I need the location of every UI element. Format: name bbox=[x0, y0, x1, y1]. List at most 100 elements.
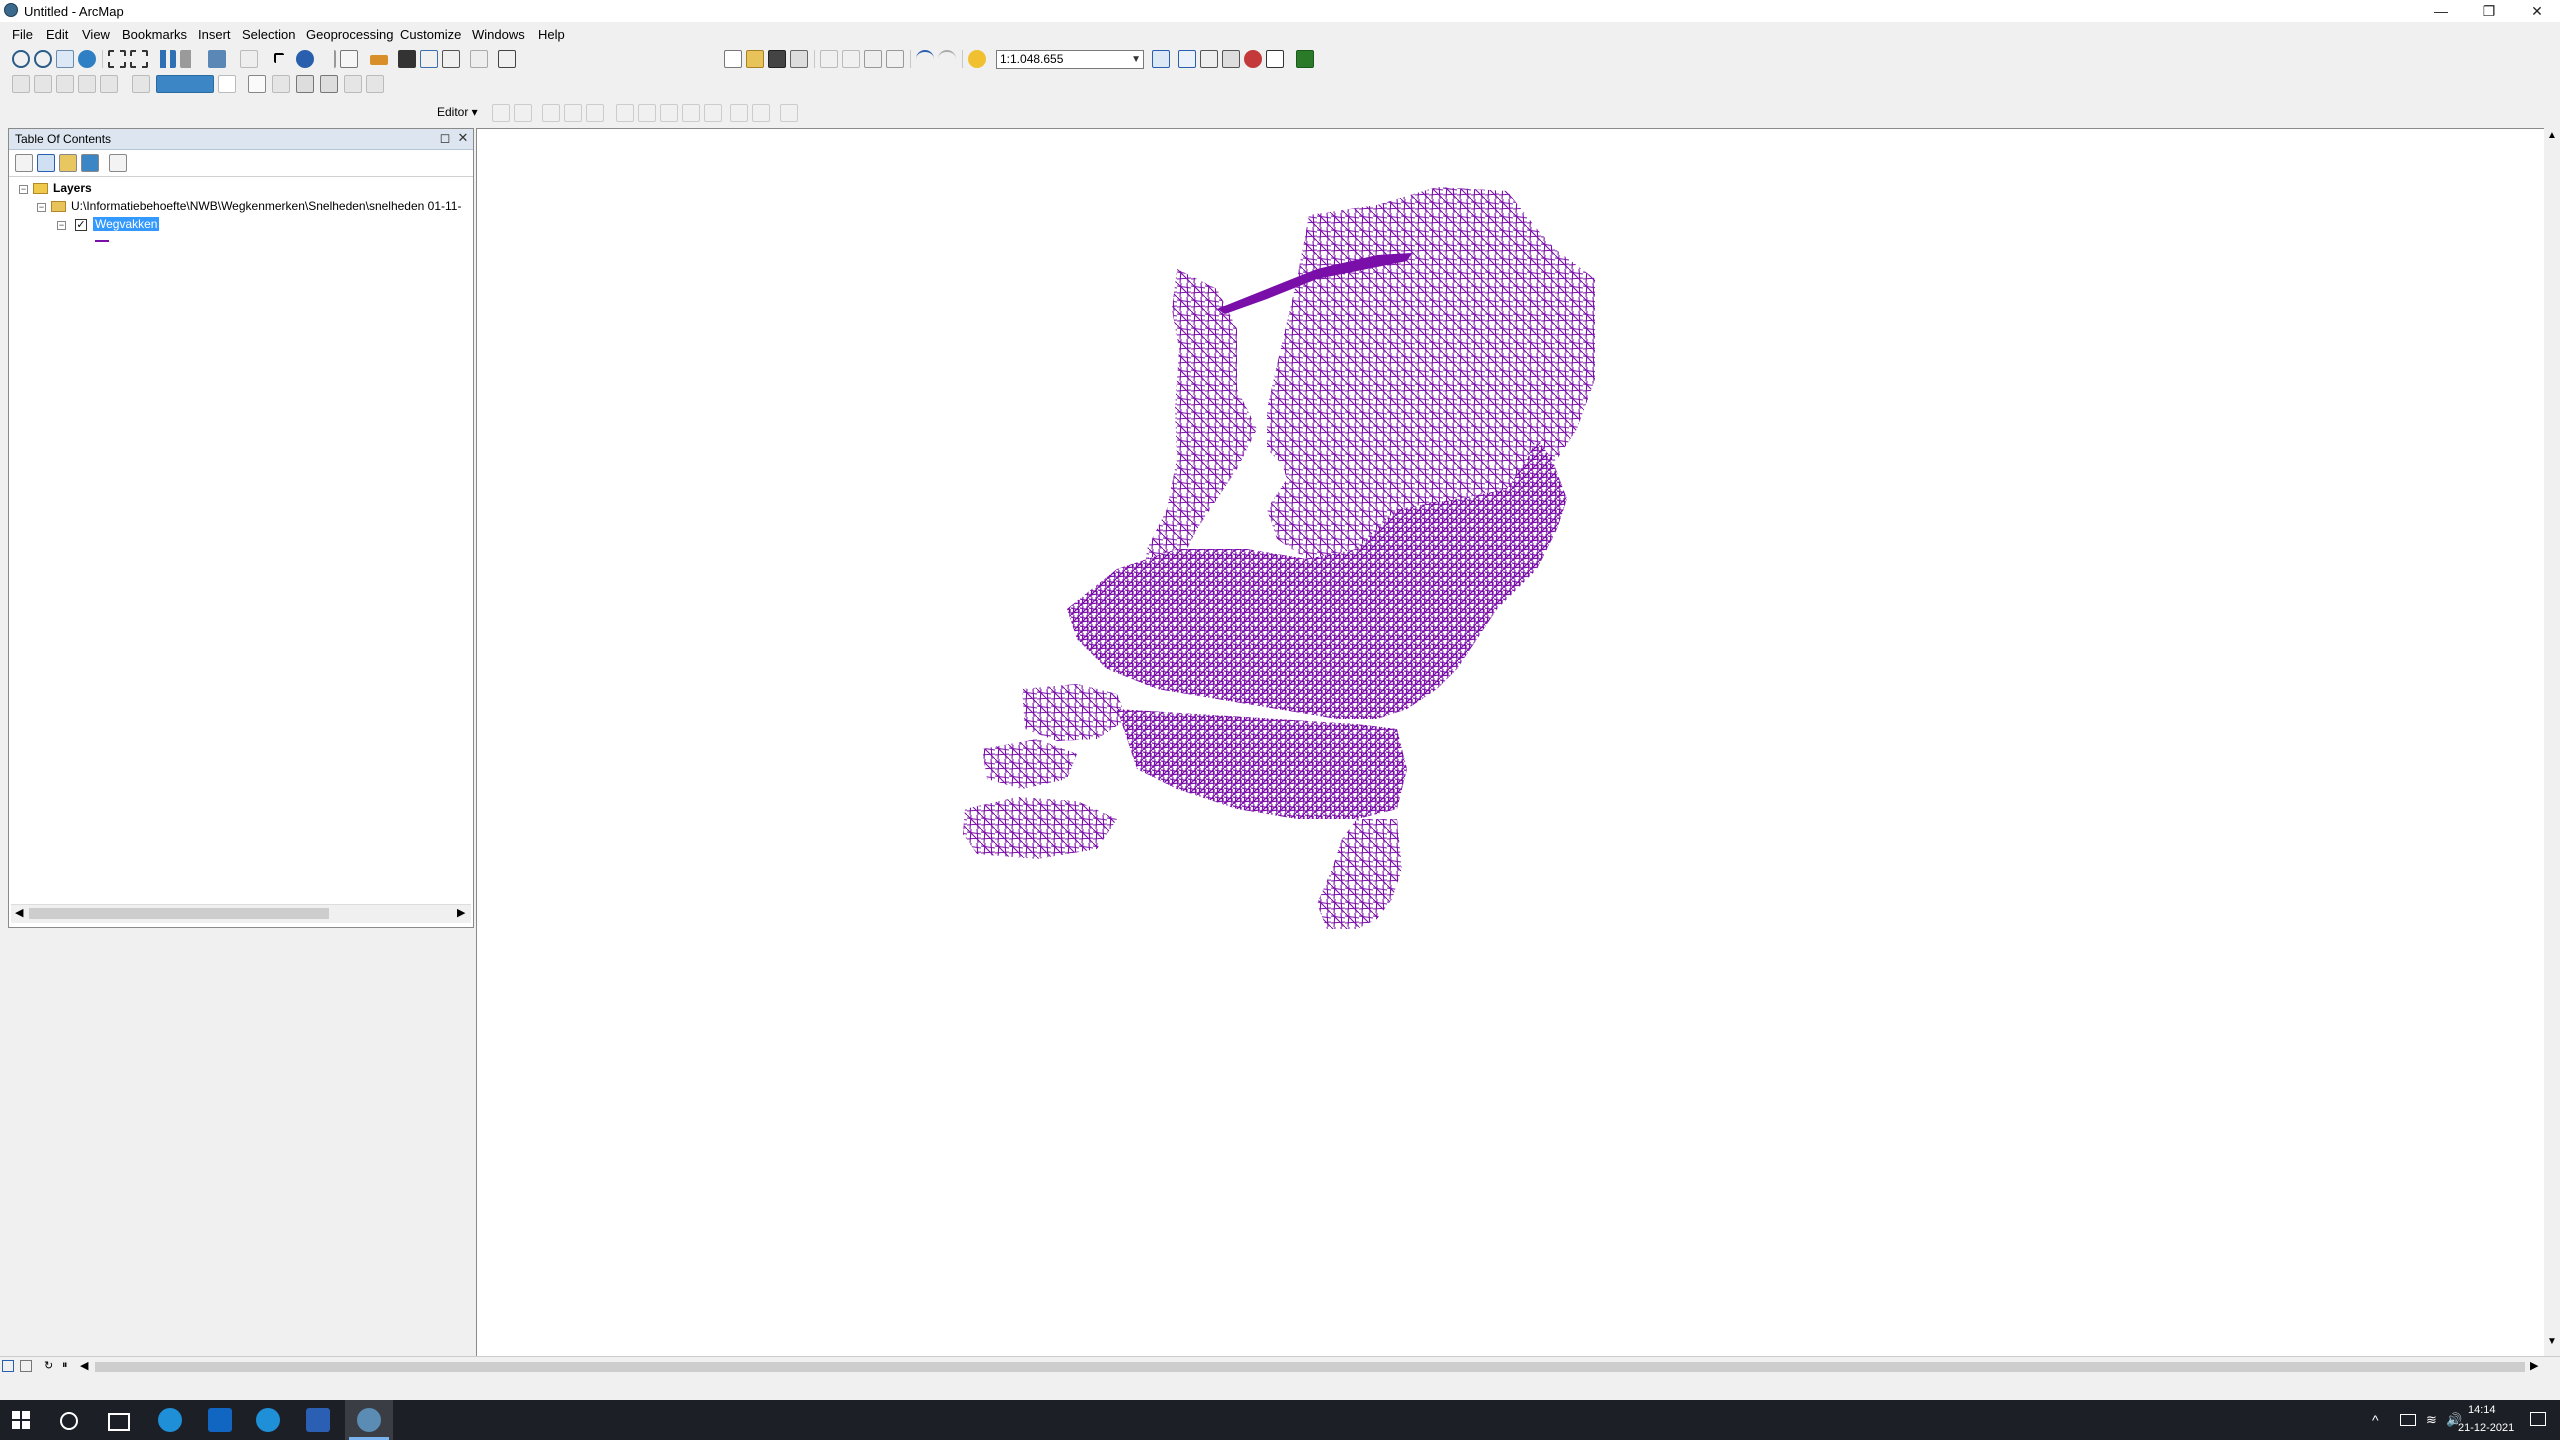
html-popup-icon[interactable] bbox=[340, 50, 358, 68]
toc-close-icon[interactable]: ✕ bbox=[455, 130, 471, 146]
toc-scroll-thumb[interactable] bbox=[29, 908, 329, 919]
toc-options-icon[interactable] bbox=[109, 154, 127, 172]
toc-autohide-icon[interactable]: ◻ bbox=[437, 130, 453, 146]
sketch-properties-icon[interactable] bbox=[752, 104, 770, 122]
clock-time[interactable]: 14:14 bbox=[2468, 1404, 2496, 1416]
layers-expander[interactable]: − bbox=[19, 185, 28, 194]
workspace-expander[interactable]: − bbox=[37, 203, 46, 212]
wifi-icon[interactable]: ≋ bbox=[2426, 1412, 2437, 1428]
chevron-down-icon[interactable]: ▼ bbox=[1131, 51, 1141, 68]
menu-view[interactable]: View bbox=[82, 27, 110, 42]
reshape-icon[interactable] bbox=[638, 104, 656, 122]
paste-icon[interactable] bbox=[864, 50, 882, 68]
minimize-button[interactable]: — bbox=[2418, 0, 2464, 22]
menu-selection[interactable]: Selection bbox=[242, 27, 295, 42]
scroll-right-icon[interactable]: ▶ bbox=[457, 906, 465, 919]
select-features-icon[interactable] bbox=[208, 50, 226, 68]
goto-xy-icon[interactable] bbox=[442, 50, 460, 68]
arctoolbox-icon[interactable] bbox=[1244, 50, 1262, 68]
edit-vertices-icon[interactable] bbox=[616, 104, 634, 122]
layer-visibility-checkbox[interactable]: ✓ bbox=[75, 219, 87, 231]
layer-symbol-line[interactable] bbox=[95, 240, 109, 242]
editor-menu[interactable]: Editor ▾ bbox=[437, 105, 478, 119]
python-window-icon[interactable] bbox=[1266, 50, 1284, 68]
zoom-dropdown-icon[interactable] bbox=[218, 75, 236, 93]
list-by-source-icon[interactable] bbox=[37, 154, 55, 172]
clock-date[interactable]: 21-12-2021 bbox=[2458, 1422, 2514, 1434]
menu-insert[interactable]: Insert bbox=[198, 27, 231, 42]
find-route-icon[interactable] bbox=[420, 50, 438, 68]
layer-wegvakken-label[interactable]: Wegvakken bbox=[93, 217, 160, 231]
start-icon[interactable] bbox=[12, 1411, 30, 1429]
task-view-icon[interactable] bbox=[108, 1413, 130, 1431]
menu-bookmarks[interactable]: Bookmarks bbox=[122, 27, 187, 42]
focus-data-frame-icon[interactable] bbox=[248, 75, 266, 93]
find-icon[interactable] bbox=[398, 50, 416, 68]
menu-geoprocessing[interactable]: Geoprocessing bbox=[306, 27, 393, 42]
straight-segment-icon[interactable] bbox=[542, 104, 560, 122]
copy-icon[interactable] bbox=[842, 50, 860, 68]
map-scale-input[interactable]: 1:1.048.655 ▼ bbox=[996, 50, 1144, 69]
cut-icon[interactable] bbox=[820, 50, 838, 68]
layer-expander[interactable]: − bbox=[57, 221, 66, 230]
workspace-path-label[interactable]: U:\Informatiebehoefte\NWB\Wegkenmerken\S… bbox=[71, 199, 461, 213]
split-icon[interactable] bbox=[682, 104, 700, 122]
layers-root-label[interactable]: Layers bbox=[53, 181, 92, 195]
open-icon[interactable] bbox=[746, 50, 764, 68]
edit-tool-icon[interactable] bbox=[492, 104, 510, 122]
new-document-icon[interactable] bbox=[724, 50, 742, 68]
edge-icon[interactable] bbox=[256, 1408, 280, 1432]
menu-edit[interactable]: Edit bbox=[46, 27, 68, 42]
menu-help[interactable]: Help bbox=[538, 27, 565, 42]
scroll-left-icon[interactable]: ◀ bbox=[15, 906, 23, 919]
select-elements-icon[interactable] bbox=[274, 53, 284, 63]
map-scroll-thumb[interactable] bbox=[95, 1362, 2525, 1372]
identify-icon[interactable] bbox=[296, 50, 314, 68]
attributes-icon[interactable] bbox=[730, 104, 748, 122]
menu-windows[interactable]: Windows bbox=[472, 27, 525, 42]
road-network-map[interactable] bbox=[477, 129, 2545, 1357]
measure-icon[interactable] bbox=[370, 55, 388, 65]
clear-selection-icon[interactable] bbox=[240, 50, 258, 68]
pan-icon[interactable] bbox=[56, 50, 74, 68]
print-icon[interactable] bbox=[790, 50, 808, 68]
cut-polygons-icon[interactable] bbox=[660, 104, 678, 122]
redo-icon[interactable] bbox=[938, 50, 956, 68]
data-driven-pages-icon[interactable] bbox=[296, 75, 314, 93]
chevron-up-icon[interactable]: ^ bbox=[2372, 1412, 2379, 1428]
editor-toolbar-icon[interactable] bbox=[1152, 50, 1170, 68]
edge-icon[interactable] bbox=[158, 1408, 182, 1432]
toc-window-icon[interactable] bbox=[1178, 50, 1196, 68]
layout-options-icon[interactable] bbox=[366, 75, 384, 93]
undo-icon[interactable] bbox=[916, 50, 934, 68]
layout-zoom-combo[interactable] bbox=[156, 75, 214, 93]
zoom-in-icon[interactable] bbox=[12, 50, 30, 68]
refresh-icon[interactable]: ↻ bbox=[44, 1359, 53, 1372]
viewer-window-icon[interactable] bbox=[498, 50, 516, 68]
layout-zoom-in-icon[interactable] bbox=[12, 75, 30, 93]
word-icon[interactable] bbox=[306, 1408, 330, 1432]
toggle-draft-icon[interactable] bbox=[132, 75, 150, 93]
zoom-out-icon[interactable] bbox=[34, 50, 52, 68]
scroll-left-icon[interactable]: ◀ bbox=[80, 1359, 88, 1372]
layout-view-icon[interactable] bbox=[20, 1360, 32, 1372]
arcmap-taskbar-button[interactable] bbox=[345, 1400, 393, 1440]
battery-icon[interactable] bbox=[2400, 1414, 2416, 1426]
catalog-window-icon[interactable] bbox=[1200, 50, 1218, 68]
outlook-icon[interactable] bbox=[208, 1408, 232, 1432]
add-data-icon[interactable] bbox=[968, 50, 986, 68]
forward-extent-icon[interactable] bbox=[180, 50, 198, 68]
full-extent-icon[interactable] bbox=[78, 50, 96, 68]
rotate-icon[interactable] bbox=[704, 104, 722, 122]
map-vertical-scrollbar[interactable]: ▲ ▼ bbox=[2544, 128, 2560, 1356]
list-by-visibility-icon[interactable] bbox=[59, 154, 77, 172]
hyperlink-icon[interactable] bbox=[318, 50, 336, 68]
menu-file[interactable]: File bbox=[12, 27, 33, 42]
back-extent-icon[interactable] bbox=[158, 50, 176, 68]
pause-drawing-icon[interactable]: ⏸ bbox=[62, 1359, 68, 1372]
time-slider-icon[interactable] bbox=[470, 50, 488, 68]
zoom-whole-page-icon[interactable] bbox=[78, 75, 96, 93]
toc-horizontal-scrollbar[interactable]: ◀ ▶ bbox=[11, 904, 471, 923]
scroll-right-icon[interactable]: ▶ bbox=[2530, 1359, 2538, 1372]
zoom-100-icon[interactable] bbox=[100, 75, 118, 93]
